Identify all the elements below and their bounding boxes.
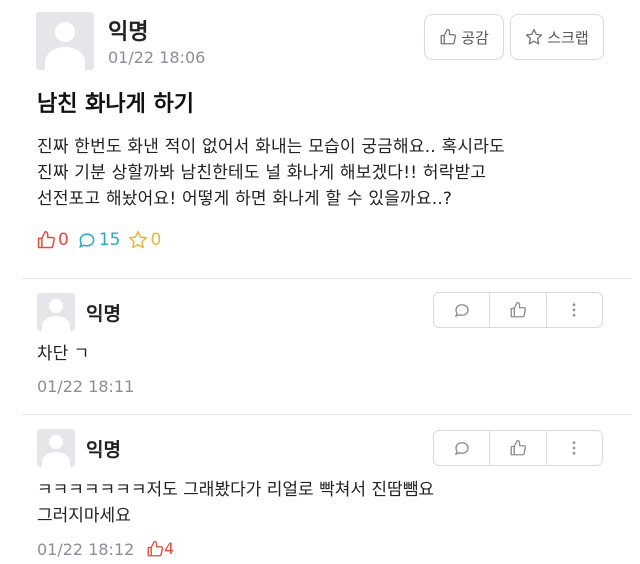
star-icon bbox=[129, 230, 148, 249]
post-content-line: 선전포고 해놨어요! 어떻게 하면 화나게 할 수 있을까요..? bbox=[37, 189, 453, 209]
comment-avatar bbox=[37, 429, 75, 467]
reply-button[interactable] bbox=[434, 431, 491, 465]
thumbs-up-icon bbox=[147, 540, 164, 556]
comment-bubble-icon bbox=[454, 442, 469, 456]
comment-timestamp: 01/22 18:12 bbox=[37, 540, 135, 559]
post-author: 익명 bbox=[108, 20, 149, 45]
divider bbox=[22, 278, 632, 279]
empathy-button[interactable]: 공감 bbox=[424, 14, 504, 60]
comment-like-count-value: 4 bbox=[164, 539, 175, 558]
more-vertical-icon bbox=[572, 303, 576, 317]
comment-text-line: ㅋㅋㅋㅋㅋㅋㅋ저도 그래봤다가 리얼로 빡쳐서 진땀뺌요 bbox=[37, 480, 434, 500]
comment-actions bbox=[433, 292, 603, 328]
comment-text: 차단 ㄱ bbox=[37, 344, 90, 364]
comment-like-button[interactable] bbox=[490, 431, 547, 465]
post-content-line: 진짜 기분 상할까봐 남친한테도 널 화나게 해보겠다!! 허락받고 bbox=[37, 163, 487, 183]
comment-timestamp: 01/22 18:11 bbox=[37, 377, 135, 396]
thumbs-up-icon bbox=[510, 301, 527, 318]
scrap-label: 스크랩 bbox=[547, 28, 589, 47]
more-vertical-icon bbox=[572, 441, 576, 455]
like-count-value: 0 bbox=[58, 230, 69, 250]
comment-actions bbox=[433, 430, 603, 466]
comment-text: ㅋㅋㅋㅋㅋㅋㅋ저도 그래봤다가 리얼로 빡쳐서 진땀뺌요 그러지마세요 bbox=[37, 477, 434, 529]
like-count: 0 bbox=[36, 230, 69, 250]
comment-like-count: 4 bbox=[146, 539, 174, 558]
more-options-button[interactable] bbox=[547, 293, 602, 327]
comment-text-line: 그러지마세요 bbox=[37, 506, 131, 526]
comment-author: 익명 bbox=[86, 439, 121, 461]
comment-avatar bbox=[37, 293, 75, 331]
reply-button[interactable] bbox=[434, 293, 491, 327]
divider bbox=[22, 414, 632, 415]
comment-bubble-icon bbox=[78, 233, 95, 248]
post: 익명 01/22 18:06 공감 스크랩 남친 화나게 하기 진짜 한번도 화… bbox=[0, 0, 640, 278]
star-icon bbox=[526, 28, 543, 45]
comment-like-button[interactable] bbox=[490, 293, 547, 327]
comment-bubble-icon bbox=[454, 304, 469, 318]
more-options-button[interactable] bbox=[547, 431, 602, 465]
empathy-label: 공감 bbox=[461, 28, 489, 47]
post-content: 진짜 한번도 화낸 적이 없어서 화내는 모습이 궁금해요.. 혹시라도 진짜 … bbox=[37, 134, 597, 212]
comment-count-value: 15 bbox=[98, 230, 121, 250]
comment-author: 익명 bbox=[86, 303, 121, 325]
scrap-button[interactable]: 스크랩 bbox=[510, 14, 604, 60]
thumbs-up-icon bbox=[37, 230, 55, 249]
scrap-count-value: 0 bbox=[150, 230, 162, 250]
thumbs-up-icon bbox=[440, 28, 457, 45]
comment-count: 15 bbox=[77, 230, 121, 250]
scrap-count: 0 bbox=[128, 230, 161, 250]
post-timestamp: 01/22 18:06 bbox=[108, 48, 206, 67]
post-avatar bbox=[36, 12, 94, 70]
post-stats: 0 15 0 bbox=[36, 230, 169, 250]
post-content-line: 진짜 한번도 화낸 적이 없어서 화내는 모습이 궁금해요.. 혹시라도 bbox=[37, 137, 505, 157]
thumbs-up-icon bbox=[510, 439, 527, 456]
post-title: 남친 화나게 하기 bbox=[37, 92, 194, 117]
